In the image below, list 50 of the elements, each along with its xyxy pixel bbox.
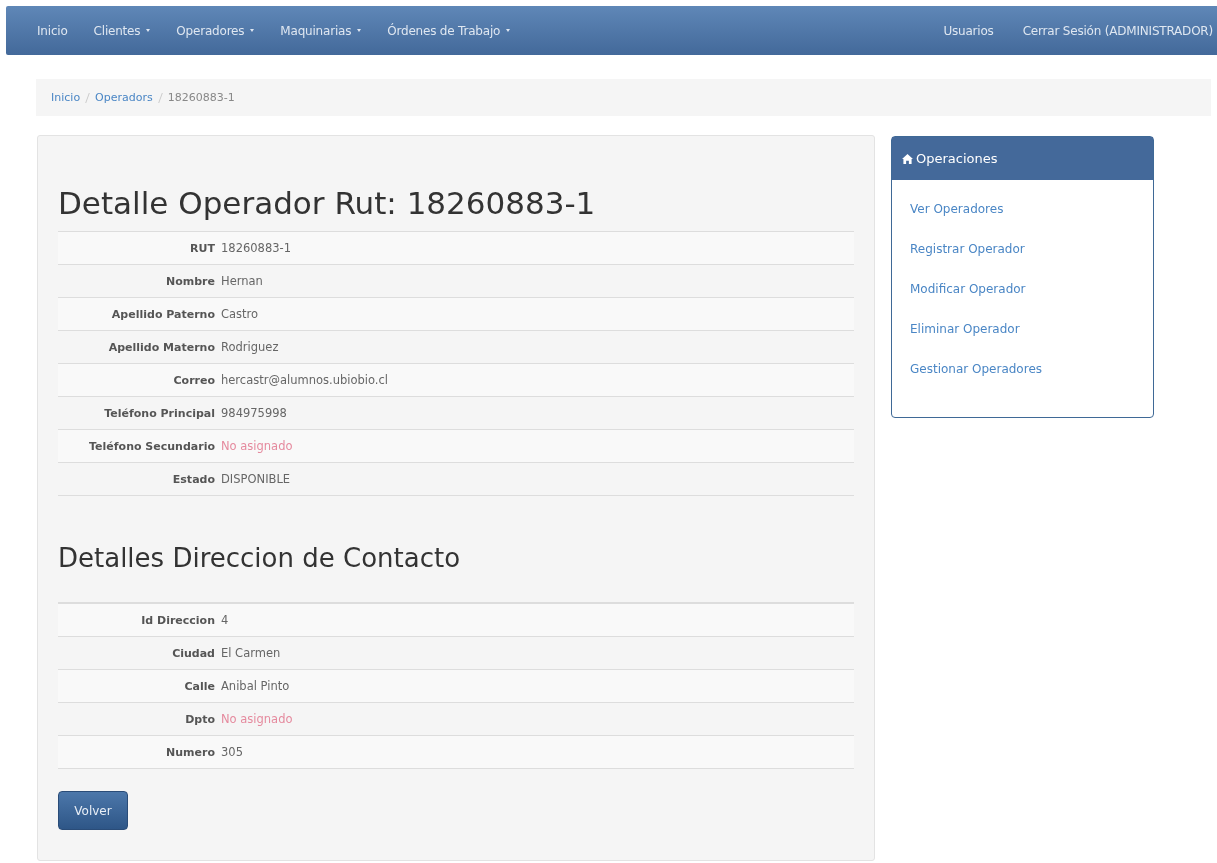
breadcrumb-link[interactable]: Operadors	[95, 91, 153, 104]
field-value: 984975998	[221, 406, 287, 420]
caret-icon	[506, 29, 511, 32]
field-value: El Carmen	[221, 646, 281, 660]
nav-link[interactable]: Inicio	[6, 23, 81, 38]
field-value: Hernan	[221, 274, 263, 288]
field-label: Calle	[183, 679, 216, 693]
sidebar-link[interactable]: Ver Operadores	[910, 202, 1153, 242]
breadcrumb-link[interactable]: Inicio	[51, 91, 81, 104]
section-title: Detalles Direccion de Contacto	[58, 542, 462, 575]
field-value: No asignado	[221, 439, 293, 453]
field-value: DISPONIBLE	[221, 472, 291, 486]
sidebar-link[interactable]: Modificar Operador	[910, 282, 1153, 322]
breadcrumb-current: 18260883-1	[167, 91, 235, 104]
nav-link[interactable]: Cerrar Sesión (ADMINISTRADOR)	[1006, 23, 1217, 38]
field-label: RUT	[189, 241, 216, 255]
field-label: Teléfono Principal	[103, 406, 216, 420]
field-label: Ciudad	[171, 646, 216, 660]
field-label: Dpto	[184, 712, 216, 726]
nav-link[interactable]: Maquinarias	[267, 23, 375, 38]
page-title: Detalle Operador Rut: 18260883-1	[58, 184, 597, 223]
field-value: 4	[221, 613, 229, 627]
home-icon	[902, 153, 913, 164]
field-label: Correo	[172, 373, 216, 387]
field-label: Estado	[171, 472, 216, 486]
panel-title: Operaciones	[916, 151, 998, 166]
field-value: 305	[221, 745, 243, 759]
caret-icon	[250, 29, 255, 32]
field-label: Numero	[165, 745, 216, 759]
nav-link[interactable]: Operadores	[163, 23, 268, 38]
field-value: hercastr@alumnos.ubiobio.cl	[221, 373, 388, 387]
field-label: Apellido Paterno	[110, 307, 216, 321]
sidebar-link[interactable]: Eliminar Operador	[910, 322, 1153, 362]
back-button[interactable]: Volver	[58, 791, 128, 830]
field-value: 18260883-1	[221, 241, 291, 255]
nav-link[interactable]: Usuarios	[927, 23, 1007, 38]
field-label: Apellido Materno	[107, 340, 216, 354]
sidebar-link[interactable]: Registrar Operador	[910, 242, 1153, 282]
sidebar-link[interactable]: Gestionar Operadores	[910, 362, 1153, 402]
field-value: Anibal Pinto	[221, 679, 290, 693]
nav-link[interactable]: Órdenes de Trabajo	[374, 23, 524, 38]
field-value: Rodriguez	[221, 340, 279, 354]
field-label: Teléfono Secundario	[88, 439, 216, 453]
nav-link[interactable]: Clientes	[80, 23, 164, 38]
field-value: Castro	[221, 307, 259, 321]
caret-icon	[146, 29, 151, 32]
field-label: Nombre	[165, 274, 216, 288]
caret-icon	[357, 29, 362, 32]
field-label: Id Direccion	[140, 613, 216, 627]
field-value: No asignado	[221, 712, 293, 726]
